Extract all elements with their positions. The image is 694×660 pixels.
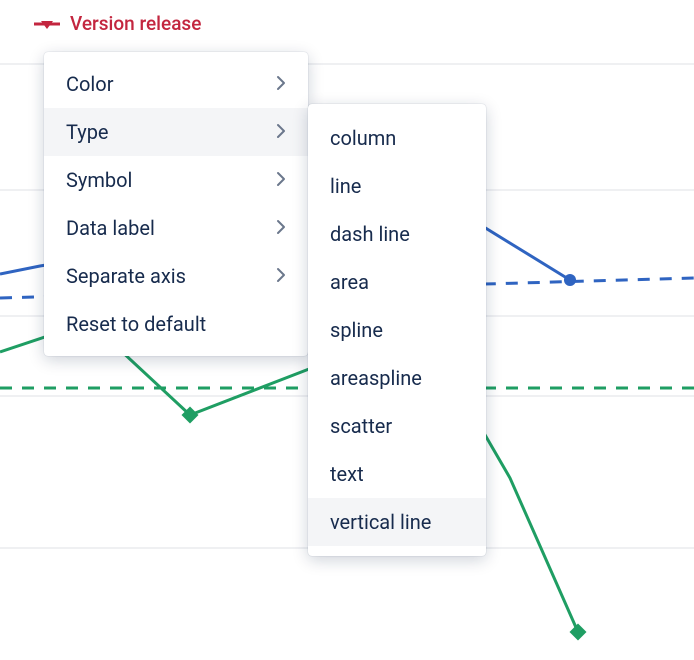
submenu-item-label: column — [330, 126, 396, 150]
menu-item-symbol[interactable]: Symbol — [44, 156, 308, 204]
menu-item-reset-to-default[interactable]: Reset to default — [44, 300, 308, 348]
menu-item-data-label[interactable]: Data label — [44, 204, 308, 252]
menu-item-label: Color — [66, 72, 113, 96]
submenu-item-line[interactable]: line — [308, 162, 486, 210]
chevron-right-icon — [276, 216, 286, 240]
submenu-item-label: text — [330, 462, 364, 486]
submenu-item-column[interactable]: column — [308, 114, 486, 162]
submenu-item-scatter[interactable]: scatter — [308, 402, 486, 450]
submenu-item-label: spline — [330, 318, 383, 342]
series-context-menu: Color Type Symbol Data label Separate ax… — [44, 52, 308, 356]
submenu-item-label: area — [330, 270, 369, 294]
chevron-right-icon — [276, 168, 286, 192]
menu-item-label: Symbol — [66, 168, 132, 192]
submenu-item-area[interactable]: area — [308, 258, 486, 306]
chevron-right-icon — [276, 264, 286, 288]
chevron-right-icon — [276, 72, 286, 96]
legend-marker-icon — [34, 17, 60, 31]
menu-item-label: Data label — [66, 216, 155, 240]
menu-item-label: Type — [66, 120, 109, 144]
submenu-item-dash-line[interactable]: dash line — [308, 210, 486, 258]
submenu-item-areaspline[interactable]: areaspline — [308, 354, 486, 402]
submenu-item-label: scatter — [330, 414, 392, 438]
menu-item-label: Separate axis — [66, 264, 186, 288]
type-submenu: column line dash line area spline areasp… — [308, 104, 486, 556]
submenu-item-spline[interactable]: spline — [308, 306, 486, 354]
submenu-item-label: vertical line — [330, 510, 431, 534]
menu-item-label: Reset to default — [66, 312, 206, 336]
submenu-item-text[interactable]: text — [308, 450, 486, 498]
menu-item-type[interactable]: Type — [44, 108, 308, 156]
menu-item-color[interactable]: Color — [44, 60, 308, 108]
submenu-item-label: dash line — [330, 222, 410, 246]
chevron-right-icon — [276, 120, 286, 144]
legend-label: Version release — [70, 12, 201, 35]
submenu-item-label: areaspline — [330, 366, 422, 390]
submenu-item-vertical-line[interactable]: vertical line — [308, 498, 486, 546]
submenu-item-label: line — [330, 174, 361, 198]
legend-item-version-release[interactable]: Version release — [34, 12, 201, 35]
menu-item-separate-axis[interactable]: Separate axis — [44, 252, 308, 300]
